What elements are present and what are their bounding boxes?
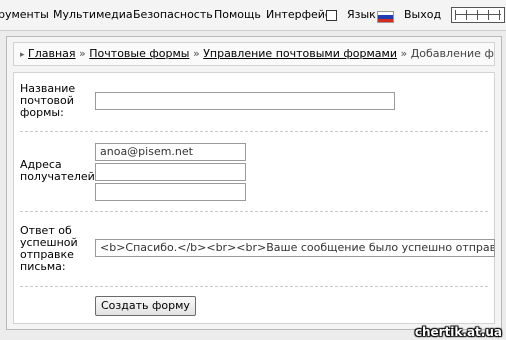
reply-label-line: письма: bbox=[20, 260, 66, 273]
divider bbox=[20, 131, 488, 132]
menu-interface[interactable]: Интерфейс bbox=[266, 8, 331, 21]
recipients-label: Адреса получателей: bbox=[20, 159, 99, 183]
menu-tools[interactable]: рументы bbox=[0, 8, 49, 21]
breadcrumb-mail-forms[interactable]: Почтовые формы bbox=[89, 47, 189, 60]
menu-help[interactable]: Помощь bbox=[214, 8, 261, 21]
success-reply-input[interactable]: <b>Спасибо.</b><br><br>Ваше сообщение бы… bbox=[95, 239, 495, 257]
russian-flag-icon[interactable] bbox=[377, 11, 394, 23]
add-form-panel: Название почтовой формы: Адреса получате… bbox=[13, 72, 495, 324]
menu-security[interactable]: Безопасность bbox=[133, 8, 213, 21]
form-name-label: Название почтовой формы: bbox=[20, 83, 75, 119]
divider bbox=[20, 286, 488, 287]
grip-tick bbox=[477, 10, 478, 20]
breadcrumb: ▸ Главная » Почтовые формы » Управление … bbox=[13, 42, 495, 66]
form-name-input[interactable] bbox=[95, 92, 395, 110]
resize-grip-icon[interactable] bbox=[451, 7, 505, 23]
form-name-label-line: формы: bbox=[20, 106, 64, 119]
recipient-email-input[interactable]: anoa@pisem.net bbox=[95, 143, 246, 161]
recipient-email-input[interactable] bbox=[95, 163, 246, 181]
menu-exit[interactable]: Выход bbox=[404, 8, 441, 21]
recipients-label-line: получателей: bbox=[20, 170, 99, 183]
divider bbox=[20, 211, 488, 212]
recipient-email-input[interactable] bbox=[95, 183, 246, 201]
menu-multimedia[interactable]: Мультимедиа bbox=[53, 8, 133, 21]
breadcrumb-separator: » bbox=[79, 47, 86, 60]
watermark-logo: chertik.at.ua bbox=[414, 325, 502, 339]
breadcrumb-separator: » bbox=[192, 47, 200, 60]
grip-tick bbox=[499, 10, 500, 20]
breadcrumb-manage-forms[interactable]: Управление почтовыми формами bbox=[203, 47, 397, 60]
grip-tick bbox=[466, 10, 467, 20]
reply-label: Ответ об успешной отправке письма: bbox=[20, 225, 78, 273]
breadcrumb-separator: » bbox=[400, 47, 408, 60]
content-panel: ▸ Главная » Почтовые формы » Управление … bbox=[6, 36, 502, 330]
breadcrumb-arrow-icon: ▸ bbox=[20, 50, 25, 60]
menu-language[interactable]: Язык bbox=[347, 8, 376, 21]
grip-line bbox=[455, 14, 501, 15]
breadcrumb-current: Добавление формы bbox=[410, 47, 494, 60]
create-form-button[interactable]: Создать форму bbox=[95, 296, 196, 316]
grip-tick bbox=[455, 10, 456, 20]
top-menu-bar: рументы Мультимедиа Безопасность Помощь … bbox=[0, 0, 506, 31]
interface-checkbox[interactable] bbox=[326, 10, 337, 21]
grip-tick bbox=[488, 10, 489, 20]
breadcrumb-home[interactable]: Главная bbox=[28, 47, 76, 60]
